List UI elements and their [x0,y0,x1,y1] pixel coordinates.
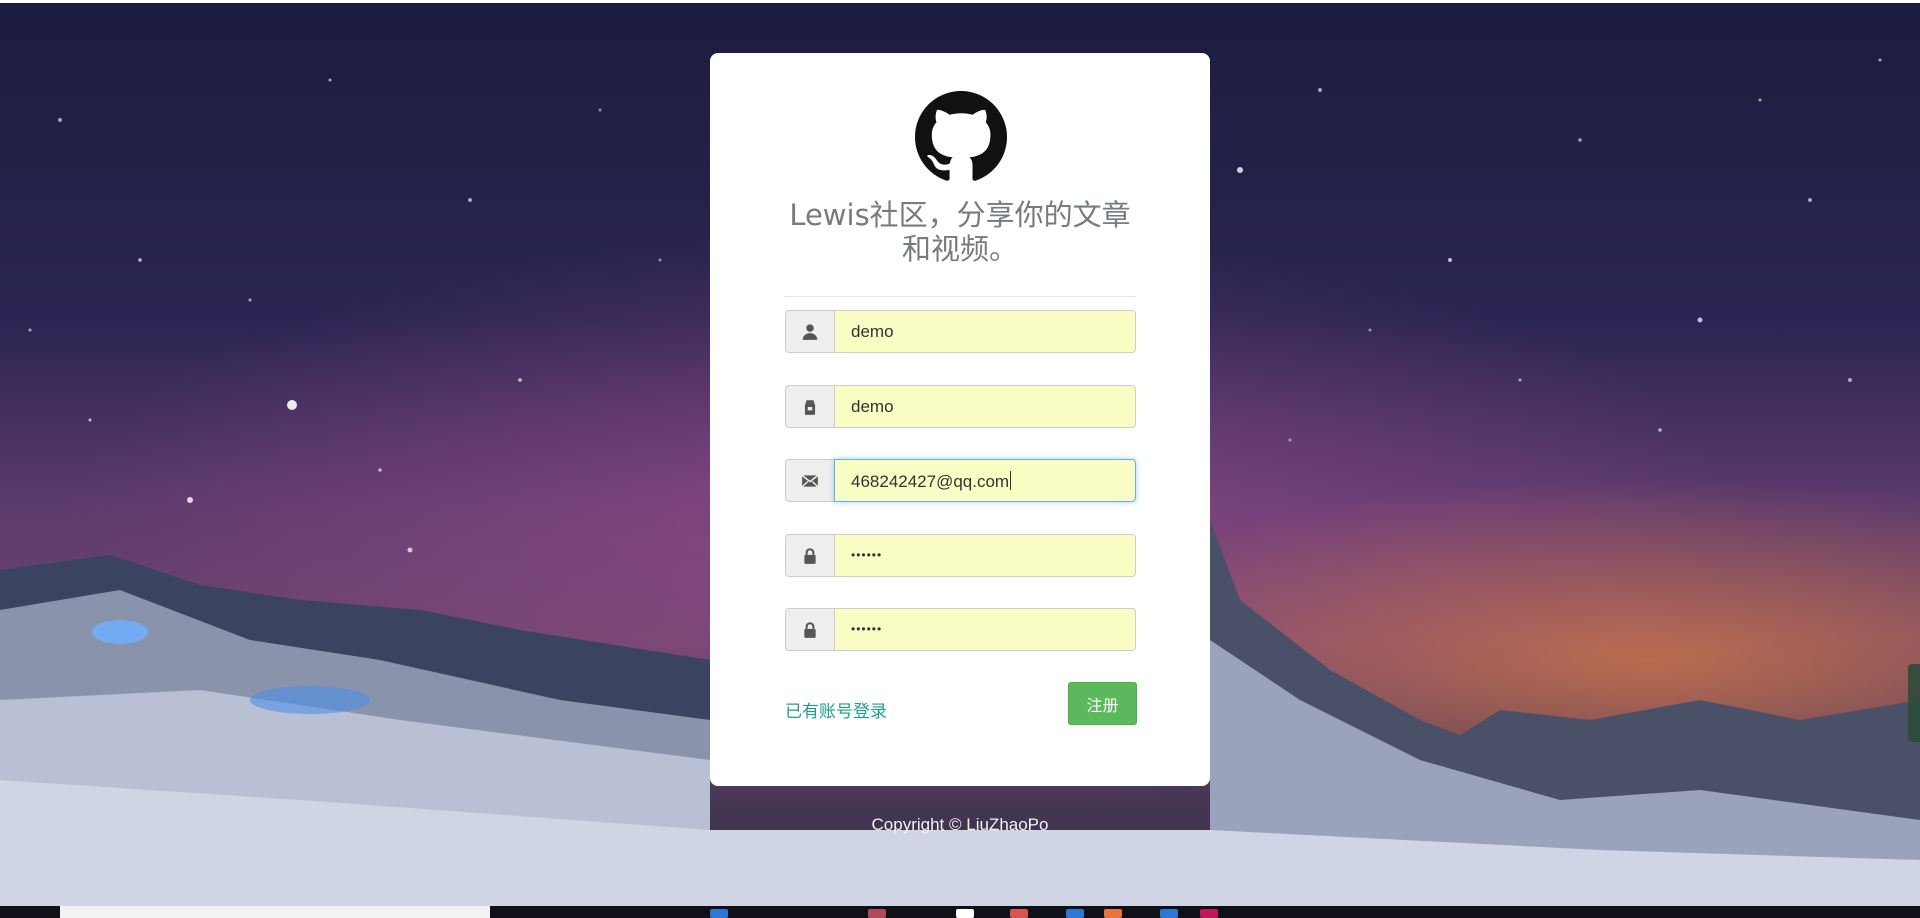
username-input[interactable]: demo [834,310,1136,353]
side-widget-handle[interactable] [1908,664,1920,742]
taskbar [0,906,1920,918]
confirm-password-value: •••••• [851,622,883,636]
email-value: 468242427@qq.com [851,471,1012,492]
login-link[interactable]: 已有账号登录 [785,697,887,722]
taskbar-app-icon[interactable] [868,909,886,918]
github-logo-icon [915,91,1007,181]
taskbar-app-icon[interactable] [956,909,974,918]
id-icon [804,399,816,415]
nickname-addon [785,385,834,428]
password-value: •••••• [851,548,883,562]
password-addon [785,534,834,577]
nickname-value: demo [851,397,894,416]
email-addon [785,459,834,502]
copyright-footer: Copyright © LiuZhaoPo [871,815,1049,834]
title-line-1: Lewis社区，分享你的文章 [789,198,1131,232]
password-input[interactable]: •••••• [834,534,1136,577]
text-caret [1010,471,1012,490]
email-group: 468242427@qq.com [785,459,1136,502]
window-top-edge [0,0,1920,3]
confirm-password-addon [785,608,834,651]
lock-icon [804,547,816,564]
lock-icon [804,621,816,638]
taskbar-app-icon[interactable] [710,909,728,918]
taskbar-app-icon[interactable] [1200,909,1218,918]
password-group: •••••• [785,534,1136,577]
user-icon [802,323,818,340]
username-group: demo [785,310,1136,353]
taskbar-app-icon[interactable] [1104,909,1122,918]
confirm-password-input[interactable]: •••••• [834,608,1136,651]
register-card: Lewis社区，分享你的文章 和视频。 demo demo 468242427@… [710,53,1210,786]
taskbar-app-icon[interactable] [1010,909,1028,918]
confirm-password-group: •••••• [785,608,1136,651]
username-addon [785,310,834,353]
taskbar-app-icon[interactable] [1160,909,1178,918]
email-input[interactable]: 468242427@qq.com [834,459,1136,502]
envelope-icon [801,474,819,487]
divider [785,296,1135,297]
email-text: 468242427@qq.com [851,472,1010,491]
username-value: demo [851,322,894,341]
page-title: Lewis社区，分享你的文章 和视频。 [770,198,1150,266]
taskbar-search-box[interactable] [60,906,490,918]
register-button[interactable]: 注册 [1068,682,1137,725]
taskbar-app-icon[interactable] [1066,909,1084,918]
title-line-2: 和视频。 [901,232,1018,266]
nickname-group: demo [785,385,1136,428]
nickname-input[interactable]: demo [834,385,1136,428]
